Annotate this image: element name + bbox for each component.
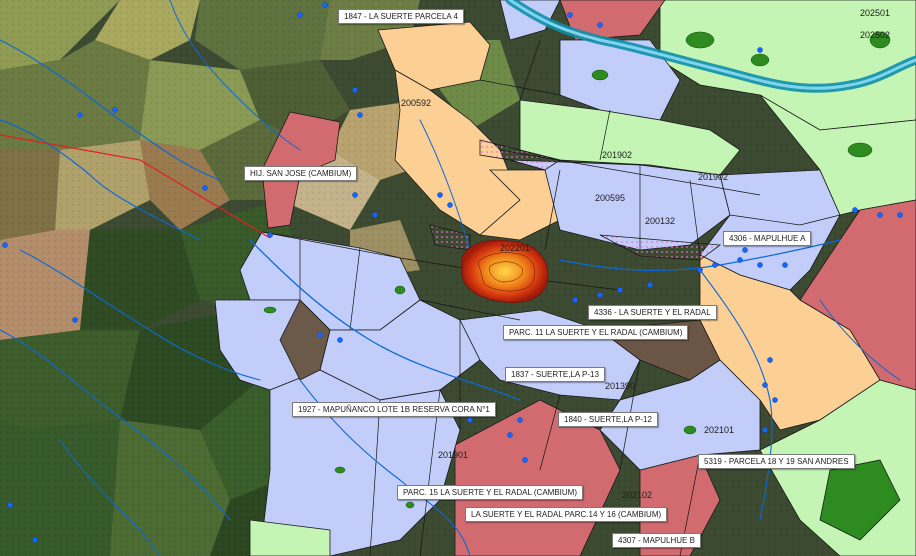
map-viewer[interactable]: 200592 201902 201901 202101 201390 20059… [0,0,916,556]
label-4336-la-suerte-y-el-radal[interactable]: 4336 - LA SUERTE Y EL RADAL [588,305,717,320]
label-4307-mapulhue-b[interactable]: 4307 - MAPULHUE B [612,533,701,548]
label-1847-la-suerte-parcela-4[interactable]: 1847 - LA SUERTE PARCELA 4 [338,9,464,24]
label-parc-14-16[interactable]: LA SUERTE Y EL RADAL PARC.14 Y 16 (CAMBI… [465,507,668,522]
label-hij-san-jose[interactable]: HIJ. SAN JOSE (CAMBIUM) [244,166,358,181]
label-1927-mapunanco[interactable]: 1927 - MAPUÑANCO LOTE 1B RESERVA CORA N°… [292,402,496,417]
label-parc-11[interactable]: PARC. 11 LA SUERTE Y EL RADAL (CAMBIUM) [503,325,689,340]
map-canvas[interactable] [0,0,916,556]
label-5319-parcela-18-19[interactable]: 5319 - PARCELA 18 Y 19 SAN ANDRES [698,454,855,469]
label-4306-mapulhue-a[interactable]: 4306 - MAPULHUE A [723,231,812,246]
label-1837-suerte-la-p-13[interactable]: 1837 - SUERTE,LA P-13 [505,367,605,382]
burned-area[interactable] [461,239,549,303]
label-1840-suerte-la-p-12[interactable]: 1840 - SUERTE,LA P-12 [558,412,658,427]
label-parc-15[interactable]: PARC. 15 LA SUERTE Y EL RADAL (CAMBIUM) [397,485,583,500]
